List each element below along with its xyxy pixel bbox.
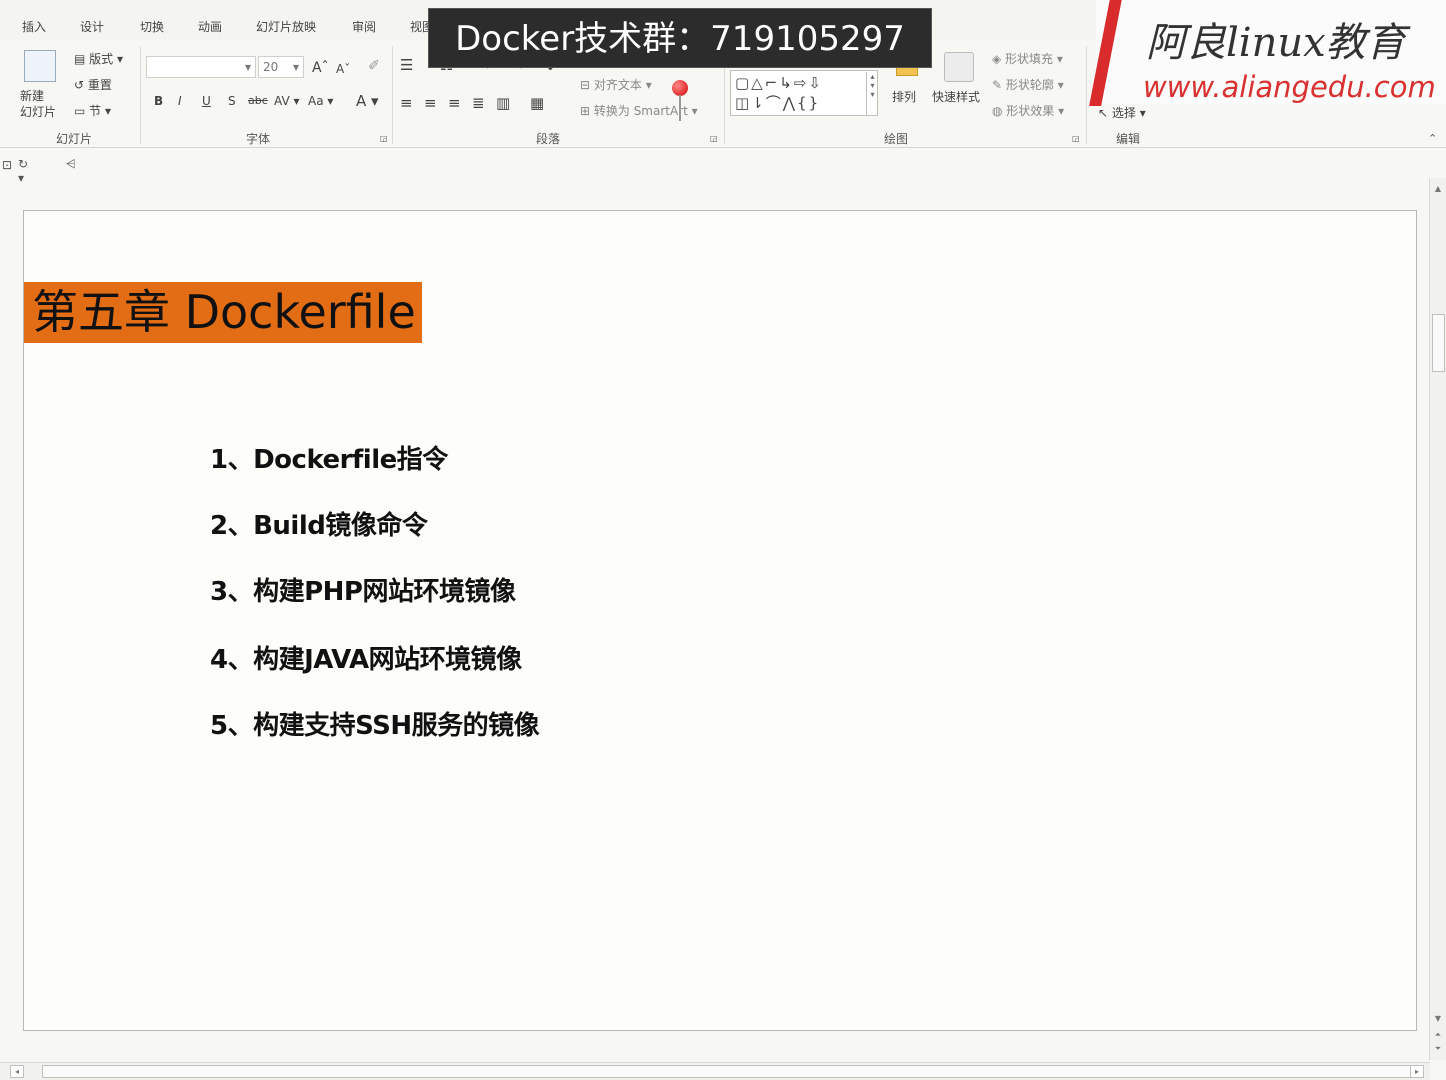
align-text-label: 对齐文本: [593, 78, 642, 92]
strikethrough-button[interactable]: abc: [248, 94, 268, 107]
align-center-icon[interactable]: ≡: [424, 94, 437, 112]
new-slide-button[interactable]: 新建 幻灯片: [20, 88, 56, 120]
align-text-button[interactable]: ⊟ 对齐文本 ▾: [580, 76, 652, 93]
font-name-combo[interactable]: ▾: [146, 56, 256, 78]
reset-button[interactable]: ↺ 重置: [74, 76, 112, 93]
list-item[interactable]: 4、构建JAVA网站环境镜像: [210, 639, 522, 676]
char-spacing-button[interactable]: AV ▾: [274, 94, 300, 108]
group-divider: [392, 46, 393, 144]
tab-slide-show[interactable]: 幻灯片放映: [256, 18, 316, 35]
customize-toolbar-icon[interactable]: ⩤: [66, 157, 76, 172]
layout-button[interactable]: ▤ 版式 ▾: [74, 50, 123, 67]
bullets-icon[interactable]: ☰: [400, 56, 413, 74]
bold-button[interactable]: B: [154, 94, 163, 108]
collapse-ribbon-icon[interactable]: ⌃: [1428, 132, 1437, 145]
gallery-scroll-icon[interactable]: ▴ ▾ ▾: [866, 72, 878, 116]
select-label: 选择: [1111, 106, 1136, 120]
select-button[interactable]: ↖ 选择 ▾: [1098, 104, 1146, 121]
font-size-value: 20: [263, 60, 279, 74]
shape-effects-button[interactable]: ◍ 形状效果 ▾: [992, 102, 1064, 119]
horizontal-scroll-thumb[interactable]: [42, 1065, 1412, 1078]
group-divider: [1086, 46, 1087, 144]
justify-icon[interactable]: ≣: [472, 94, 485, 112]
dialog-launcher-icon[interactable]: ◲: [710, 134, 718, 143]
next-slide-icon[interactable]: ⏷: [1433, 1044, 1443, 1054]
logo-title: 阿良linux教育: [1146, 20, 1406, 66]
clear-format-icon[interactable]: ✐: [368, 58, 380, 74]
italic-button[interactable]: I: [178, 94, 182, 108]
scroll-down-icon[interactable]: ▼: [1433, 1014, 1443, 1024]
font-size-combo[interactable]: 20 ▾: [258, 56, 304, 78]
section-button[interactable]: ▭ 节 ▾: [74, 102, 111, 119]
columns-icon[interactable]: ▦: [530, 94, 544, 112]
list-item[interactable]: 3、构建PHP网站环境镜像: [210, 571, 516, 608]
tab-review[interactable]: 审阅: [352, 18, 376, 35]
char-spacing-label: AV: [274, 94, 290, 108]
redo-icon[interactable]: ↻ ▾: [18, 157, 28, 185]
font-group-label: 字体: [246, 132, 271, 146]
arrange-button[interactable]: 排列: [892, 88, 916, 105]
shape-outline-label: 形状轮廓: [1005, 78, 1054, 92]
previous-slide-icon[interactable]: ⏶: [1433, 1030, 1443, 1040]
layout-label: 版式: [89, 52, 114, 66]
scroll-right-icon[interactable]: ▸: [1410, 1065, 1424, 1078]
align-right-icon[interactable]: ≡: [448, 94, 461, 112]
align-left-icon[interactable]: ≡: [400, 94, 413, 112]
section-label: 节: [89, 104, 102, 118]
editing-group-label: 编辑: [1116, 132, 1141, 146]
dialog-launcher-icon[interactable]: ◲: [380, 134, 388, 143]
slide-canvas[interactable]: 第五章 Dockerfile 1、Dockerfile指令 2、Build镜像命…: [23, 210, 1417, 1031]
quick-styles-button[interactable]: 快速样式: [932, 88, 980, 105]
change-case-label: Aa: [308, 94, 324, 108]
font-color-button[interactable]: A ▾: [356, 92, 379, 110]
vertical-scrollbar[interactable]: ▲ ▼ ⏶ ⏷: [1429, 178, 1446, 1060]
laser-pointer-stem: [679, 95, 681, 121]
change-case-button[interactable]: Aa ▾: [308, 94, 333, 108]
qq-group-banner: Docker技术群：719105297: [428, 8, 932, 68]
shapes-row: ◫⇂⌒⋀{}: [735, 94, 821, 112]
chevron-down-icon: ▾: [292, 60, 299, 74]
convert-smartart-label: 转换为 SmartArt: [593, 104, 688, 118]
reset-label: 重置: [87, 78, 112, 92]
grow-font-label: A: [312, 60, 322, 76]
tab-design[interactable]: 设计: [80, 18, 104, 35]
slide-sorter-icon[interactable]: ⊡: [2, 158, 12, 172]
group-divider: [140, 46, 141, 144]
font-color-label: A: [356, 92, 367, 110]
tab-insert[interactable]: 插入: [22, 18, 46, 35]
shapes-gallery[interactable]: ▢△⌐↳⇨⇩ ◫⇂⌒⋀{}: [730, 70, 878, 116]
underline-button[interactable]: U: [202, 94, 211, 108]
paragraph-group-label: 段落: [536, 132, 561, 146]
dialog-launcher-icon[interactable]: ◲: [1072, 134, 1080, 143]
horizontal-scrollbar[interactable]: ◂ ▸: [0, 1062, 1430, 1080]
shapes-row: ▢△⌐↳⇨⇩: [735, 74, 823, 92]
shape-fill-button[interactable]: ◈ 形状填充 ▾: [992, 50, 1063, 67]
scroll-left-icon[interactable]: ◂: [10, 1065, 24, 1078]
laser-pointer-icon: [672, 80, 688, 96]
grow-font-button[interactable]: Aˆ: [312, 60, 329, 76]
new-slide-icon[interactable]: [24, 50, 56, 82]
scroll-up-icon[interactable]: ▲: [1433, 184, 1443, 194]
shape-outline-button[interactable]: ✎ 形状轮廓 ▾: [992, 76, 1064, 93]
shadow-button[interactable]: S: [228, 94, 236, 108]
shrink-font-label: A: [336, 62, 345, 76]
chevron-down-icon: ▾: [244, 60, 251, 74]
powerpoint-window: 插入 设计 切换 动画 幻灯片放映 审阅 视图 新建 幻灯片 ▤ 版式 ▾ ↺ …: [0, 0, 1446, 1080]
quick-styles-icon: [944, 52, 974, 82]
slides-group-label: 幻灯片: [56, 132, 93, 146]
logo-url: www.aliangedu.com: [1143, 70, 1436, 104]
tab-transitions[interactable]: 切换: [140, 18, 164, 35]
list-item[interactable]: 1、Dockerfile指令: [210, 439, 448, 476]
list-item[interactable]: 5、构建支持SSH服务的镜像: [210, 705, 540, 742]
distribute-icon[interactable]: ▥: [496, 94, 510, 112]
list-item[interactable]: 2、Build镜像命令: [210, 505, 428, 542]
shape-fill-label: 形状填充: [1005, 52, 1054, 66]
shape-effects-label: 形状效果: [1006, 104, 1055, 118]
shrink-font-button[interactable]: Aˇ: [336, 62, 350, 76]
tab-animations[interactable]: 动画: [198, 18, 222, 35]
slide-title[interactable]: 第五章 Dockerfile: [24, 282, 422, 343]
vertical-scroll-thumb[interactable]: [1432, 314, 1445, 372]
drawing-group-label: 绘图: [884, 132, 909, 146]
